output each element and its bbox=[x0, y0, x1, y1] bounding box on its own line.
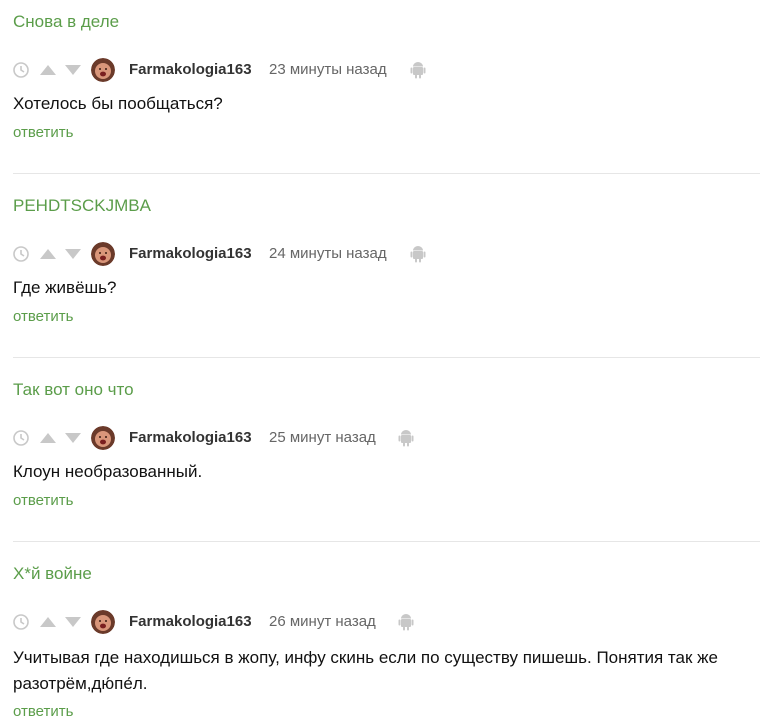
parent-post-title[interactable]: Х*й войне bbox=[13, 564, 92, 584]
avatar[interactable] bbox=[91, 426, 115, 450]
clock-icon[interactable] bbox=[13, 614, 29, 630]
divider bbox=[13, 173, 760, 174]
clock-icon[interactable] bbox=[13, 430, 29, 446]
android-icon bbox=[410, 246, 426, 263]
comment-text: Хотелось бы пообщаться? bbox=[13, 94, 223, 113]
downvote-arrow-icon[interactable] bbox=[64, 64, 82, 76]
username[interactable]: Farmakologia163 bbox=[129, 61, 252, 79]
divider bbox=[13, 541, 760, 542]
comment-timestamp[interactable]: 26 минут назад bbox=[269, 613, 376, 631]
avatar[interactable] bbox=[91, 242, 115, 266]
upvote-arrow-icon[interactable] bbox=[39, 432, 57, 444]
reply-link[interactable]: ответить bbox=[13, 703, 73, 721]
reply-link[interactable]: ответить bbox=[13, 308, 73, 326]
username[interactable]: Farmakologia163 bbox=[129, 613, 252, 631]
clock-icon[interactable] bbox=[13, 246, 29, 262]
username[interactable]: Farmakologia163 bbox=[129, 245, 252, 263]
downvote-arrow-icon[interactable] bbox=[64, 432, 82, 444]
reply-link[interactable]: ответить bbox=[13, 492, 73, 510]
avatar[interactable] bbox=[91, 58, 115, 82]
comment-meta: Farmakologia163 23 минуты назад bbox=[13, 58, 753, 82]
comment-meta: Farmakologia163 26 минут назад bbox=[13, 610, 753, 634]
parent-post-title[interactable]: PEHDTSCKJMBA bbox=[13, 196, 151, 216]
reply-link[interactable]: ответить bbox=[13, 124, 73, 142]
comment-timestamp[interactable]: 24 минуты назад bbox=[269, 245, 387, 263]
upvote-arrow-icon[interactable] bbox=[39, 616, 57, 628]
username[interactable]: Farmakologia163 bbox=[129, 429, 252, 447]
comment-meta: Farmakologia163 25 минут назад bbox=[13, 426, 753, 450]
upvote-arrow-icon[interactable] bbox=[39, 64, 57, 76]
comment-text: Где живёшь? bbox=[13, 278, 117, 297]
avatar[interactable] bbox=[91, 610, 115, 634]
comment-timestamp[interactable]: 23 минуты назад bbox=[269, 61, 387, 79]
comment-text: Учитывая где находишься в жопу, инфу ски… bbox=[13, 648, 718, 693]
clock-icon[interactable] bbox=[13, 62, 29, 78]
downvote-arrow-icon[interactable] bbox=[64, 248, 82, 260]
divider bbox=[13, 357, 760, 358]
android-icon bbox=[398, 430, 414, 447]
comment-text: Клоун необразованный. bbox=[13, 462, 203, 481]
comment-timestamp[interactable]: 25 минут назад bbox=[269, 429, 376, 447]
parent-post-title[interactable]: Так вот оно что bbox=[13, 380, 134, 400]
comment-meta: Farmakologia163 24 минуты назад bbox=[13, 242, 753, 266]
android-icon bbox=[410, 62, 426, 79]
upvote-arrow-icon[interactable] bbox=[39, 248, 57, 260]
downvote-arrow-icon[interactable] bbox=[64, 616, 82, 628]
android-icon bbox=[398, 614, 414, 631]
parent-post-title[interactable]: Снова в деле bbox=[13, 12, 119, 32]
